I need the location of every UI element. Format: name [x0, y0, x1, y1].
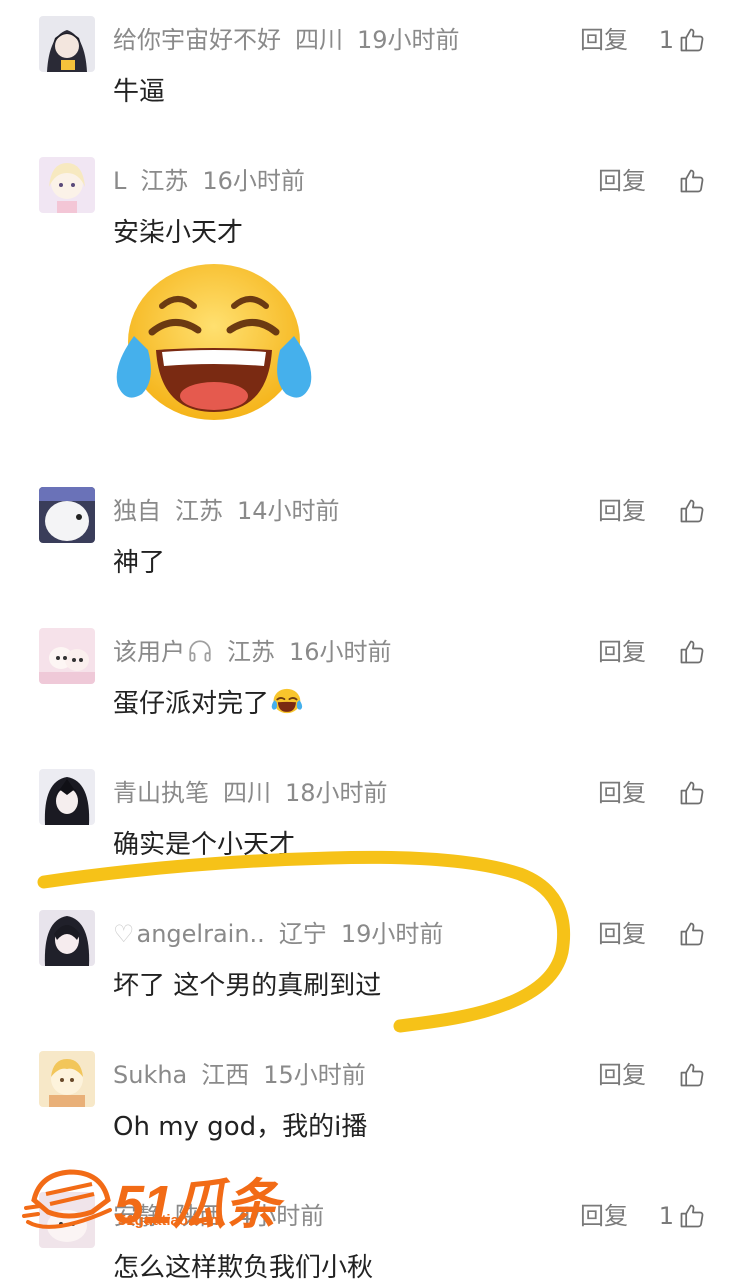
location: 陕西	[175, 1202, 223, 1230]
username[interactable]: 独自	[113, 497, 161, 525]
timestamp: 19小时前	[357, 26, 460, 54]
like-count: 1	[658, 1202, 674, 1230]
laughing-crying-sticker	[112, 262, 317, 426]
laughing-crying-emoji-icon	[271, 688, 303, 714]
timestamp: 16小时前	[289, 638, 392, 666]
username[interactable]: 给你宇宙好不好	[113, 26, 281, 54]
reply-button[interactable]: 回复	[598, 1055, 646, 1095]
username[interactable]: 该用户	[113, 638, 185, 666]
like-button[interactable]	[678, 161, 706, 201]
comment-meta: 青山执笔 四川 18小时前	[113, 773, 402, 813]
thumbs-up-icon	[680, 922, 704, 946]
location: 江苏	[227, 638, 275, 666]
reply-button[interactable]: 回复	[598, 914, 646, 954]
timestamp: 4小时前	[237, 1202, 325, 1230]
username[interactable]: 青山执笔	[113, 779, 209, 807]
comment-item: 该用户 江苏 16小时前 回复 蛋仔派对完了	[0, 628, 740, 758]
comment-meta: 该用户 江苏 16小时前	[113, 632, 406, 672]
comment-item: 青山执笔 四川 18小时前 回复 确实是个小天才	[0, 769, 740, 899]
headphone-icon	[189, 640, 211, 662]
thumbs-up-icon	[680, 499, 704, 523]
location: 四川	[295, 26, 343, 54]
comment-item: L 江苏 16小时前 回复 安柒小天才	[0, 157, 740, 457]
reply-button[interactable]: 回复	[598, 632, 646, 672]
username[interactable]: Sukha	[113, 1061, 187, 1089]
username[interactable]: angelrain..	[137, 920, 265, 948]
avatar[interactable]	[39, 1192, 95, 1248]
like-button[interactable]: 1	[659, 20, 706, 60]
comment-text-content: 蛋仔派对完了	[113, 689, 270, 719]
heart-icon: ♡	[113, 920, 135, 948]
like-button[interactable]	[678, 1055, 706, 1095]
comment-text: Oh my god，我的i播	[113, 1112, 368, 1142]
location: 江苏	[140, 167, 189, 195]
comment-item: 给你宇宙好不好 四川 19小时前 回复 1 牛逼	[0, 16, 740, 146]
reply-button[interactable]: 回复	[598, 773, 646, 813]
like-button[interactable]	[678, 773, 706, 813]
comment-meta: 独自 江苏 14小时前	[113, 491, 354, 531]
location: 四川	[223, 779, 271, 807]
thumbs-up-icon	[680, 28, 704, 52]
reply-button[interactable]: 回复	[598, 161, 646, 201]
like-button[interactable]	[678, 632, 706, 672]
reply-button[interactable]: 回复	[580, 1196, 628, 1236]
username[interactable]: 安静	[113, 1202, 161, 1230]
timestamp: 16小时前	[202, 167, 305, 195]
avatar[interactable]	[39, 910, 95, 966]
location: 江苏	[175, 497, 223, 525]
comment-text: 安柒小天才	[113, 218, 244, 248]
thumbs-up-icon	[680, 1063, 704, 1087]
like-button[interactable]: 1	[659, 1196, 706, 1236]
comment-text: 蛋仔派对完了	[113, 684, 303, 724]
like-button[interactable]	[678, 491, 706, 531]
comment-text: 怎么这样欺负我们小秋	[113, 1253, 374, 1283]
comment-text: 确实是个小天才	[113, 830, 296, 860]
comment-text: 牛逼	[113, 77, 166, 107]
avatar[interactable]	[39, 16, 95, 72]
timestamp: 19小时前	[340, 920, 444, 948]
thumbs-up-icon	[680, 640, 704, 664]
location: 辽宁	[278, 920, 327, 948]
location: 江西	[201, 1061, 250, 1089]
comment-item: 安静 陕西 4小时前 回复 1 怎么这样欺负我们小秋	[0, 1192, 740, 1283]
comment-meta: Sukha 江西 15小时前	[113, 1055, 380, 1095]
thumbs-up-icon	[680, 1204, 704, 1228]
comment-meta: L 江苏 16小时前	[113, 161, 319, 201]
avatar[interactable]	[39, 487, 95, 543]
comment-meta: ♡angelrain.. 辽宁 19小时前	[113, 914, 457, 954]
comment-meta: 安静 陕西 4小时前	[113, 1196, 338, 1236]
avatar[interactable]	[39, 157, 95, 213]
avatar[interactable]	[39, 628, 95, 684]
username[interactable]: L	[113, 167, 126, 195]
thumbs-up-icon	[680, 169, 704, 193]
like-count: 1	[658, 26, 674, 54]
timestamp: 14小时前	[237, 497, 340, 525]
timestamp: 18小时前	[285, 779, 388, 807]
like-button[interactable]	[678, 914, 706, 954]
comment-item: ♡angelrain.. 辽宁 19小时前 回复 坏了 这个男的真刷到过	[0, 910, 740, 1040]
thumbs-up-icon	[680, 781, 704, 805]
comment-text: 坏了 这个男的真刷到过	[113, 971, 382, 1001]
timestamp: 15小时前	[263, 1061, 366, 1089]
avatar[interactable]	[39, 769, 95, 825]
comment-item: Sukha 江西 15小时前 回复 Oh my god，我的i播	[0, 1051, 740, 1181]
reply-button[interactable]: 回复	[580, 20, 628, 60]
comment-meta: 给你宇宙好不好 四川 19小时前	[113, 20, 474, 60]
reply-button[interactable]: 回复	[598, 491, 646, 531]
avatar[interactable]	[39, 1051, 95, 1107]
comment-text: 神了	[113, 548, 166, 578]
comment-item: 独自 江苏 14小时前 回复 神了	[0, 487, 740, 617]
